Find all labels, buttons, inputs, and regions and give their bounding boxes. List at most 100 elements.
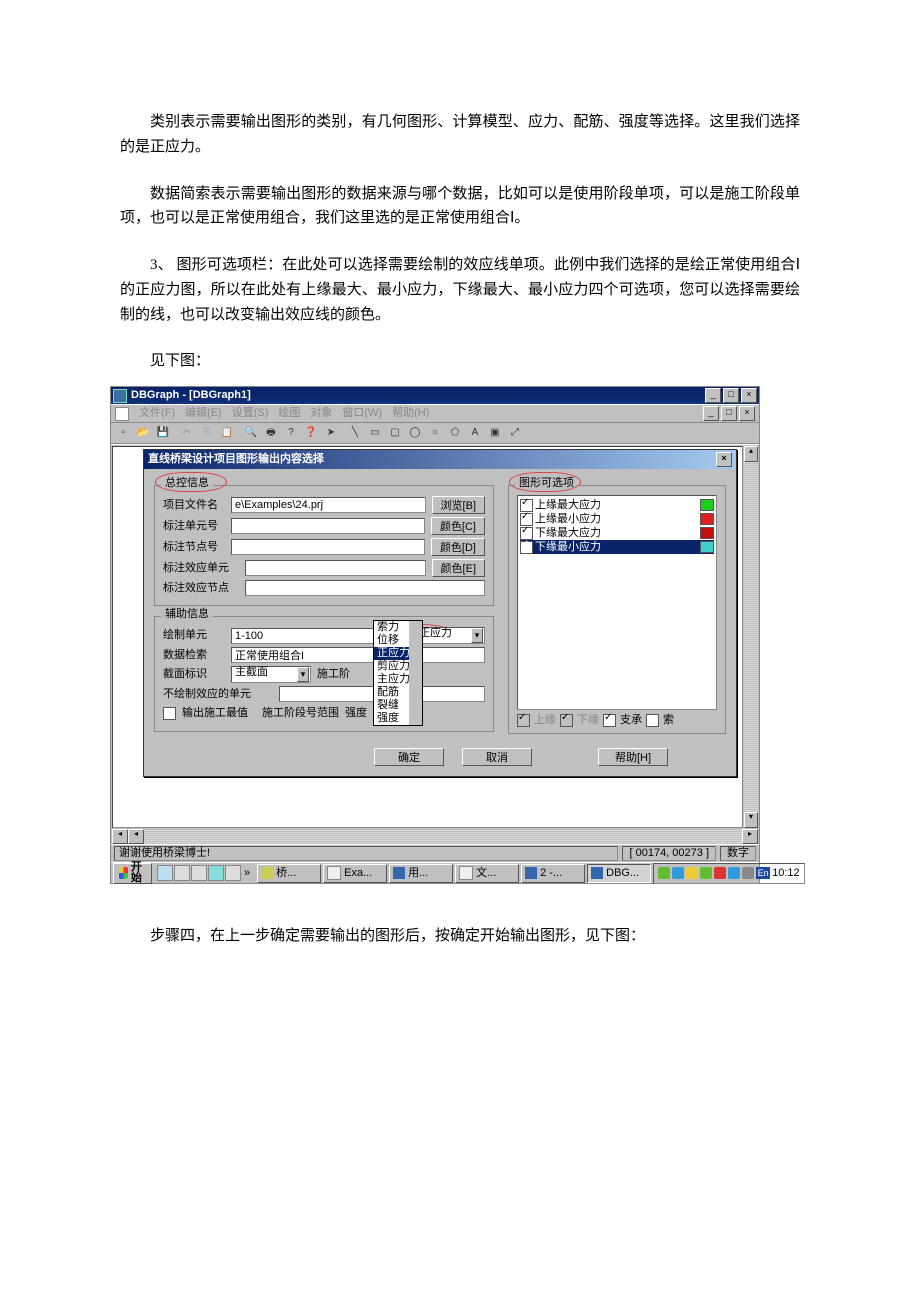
tool-image-icon[interactable]: ▣ <box>485 424 505 443</box>
effnode-input[interactable] <box>245 580 485 596</box>
help-button[interactable]: 帮助[H] <box>598 748 668 766</box>
menu-draw[interactable]: 绘图 <box>278 408 300 419</box>
dropdown-scrollbar[interactable] <box>409 621 422 725</box>
horizontal-scrollbar[interactable]: ◂ ◂ ▸ <box>112 829 758 843</box>
tray-icon[interactable] <box>742 867 754 879</box>
tool-copy-icon[interactable]: ⎘ <box>197 424 217 443</box>
cancel-button[interactable]: 取消 <box>462 748 532 766</box>
tool-find-icon[interactable]: 🔍 <box>241 424 261 443</box>
menu-window[interactable]: 窗口(W) <box>342 408 382 419</box>
color-swatch[interactable] <box>700 513 714 525</box>
start-button[interactable]: 开始 <box>113 863 152 884</box>
language-indicator[interactable]: En <box>756 867 770 879</box>
list-item-selected[interactable]: 下缘最小应力 <box>520 540 714 554</box>
scroll-left2-icon[interactable]: ◂ <box>128 829 144 844</box>
tray-icon[interactable] <box>700 867 712 879</box>
check-icon[interactable] <box>520 499 533 512</box>
ql-more[interactable]: » <box>242 868 252 879</box>
browse-button[interactable]: 浏览[B] <box>432 496 485 514</box>
mdi-minimize-button[interactable]: _ <box>703 406 719 421</box>
scroll-up-icon[interactable]: ▴ <box>744 446 758 462</box>
menu-help[interactable]: 帮助(H) <box>392 408 429 419</box>
chk-top[interactable] <box>517 714 530 727</box>
ql-ie-icon[interactable] <box>157 865 173 881</box>
color-d-button[interactable]: 颜色[D] <box>431 538 485 556</box>
task-item-active[interactable]: DBG... <box>587 864 651 883</box>
tool-new-icon[interactable]: ▫ <box>113 424 133 443</box>
color-swatch[interactable] <box>700 527 714 539</box>
ql-outlook-icon[interactable] <box>191 865 207 881</box>
tool-save-icon[interactable]: 💾 <box>153 424 173 443</box>
tool-rect-icon[interactable]: ▭ <box>365 424 385 443</box>
tool-ellipse-icon[interactable]: ◯ <box>405 424 425 443</box>
color-e-button[interactable]: 颜色[E] <box>432 559 485 577</box>
check-icon[interactable] <box>520 527 533 540</box>
effunit-input[interactable] <box>245 560 426 576</box>
tray-icon[interactable] <box>714 867 726 879</box>
dataret-input[interactable] <box>231 647 485 663</box>
chk-bot[interactable] <box>560 714 573 727</box>
tool-line-icon[interactable]: ╲ <box>345 424 365 443</box>
tool-paste-icon[interactable]: 📋 <box>217 424 237 443</box>
task-item[interactable]: Exa... <box>323 864 387 883</box>
tool-open-icon[interactable]: 📂 <box>133 424 153 443</box>
stage-max-checkbox[interactable] <box>163 707 176 720</box>
mdi-doc-icon[interactable] <box>115 407 129 421</box>
canvas[interactable]: 直线桥梁设计项目图形输出内容选择 × 总控信息 项目文件名 <box>112 446 743 828</box>
list-item[interactable]: 上缘最小应力 <box>520 512 714 526</box>
titlebar[interactable]: DBGraph - [DBGraph1] _ □ × <box>111 387 759 404</box>
menu-edit[interactable]: 编辑(E) <box>185 408 222 419</box>
tool-text-icon[interactable]: A <box>465 424 485 443</box>
menu-object[interactable]: 对象 <box>310 408 332 419</box>
window-close-button[interactable]: × <box>741 388 757 403</box>
check-icon[interactable] <box>520 513 533 526</box>
tool-circle-icon[interactable]: ○ <box>425 424 445 443</box>
check-icon[interactable] <box>520 541 533 554</box>
tool-whatsthis-icon[interactable]: ❓ <box>301 424 321 443</box>
mdi-maximize-button[interactable]: □ <box>721 406 737 421</box>
tool-help-icon[interactable]: ? <box>281 424 301 443</box>
tray-icon[interactable] <box>672 867 684 879</box>
tool-zoom-icon[interactable]: ⤢ <box>505 424 525 443</box>
tray-icon[interactable] <box>658 867 670 879</box>
ql-desktop-icon[interactable] <box>174 865 190 881</box>
vertical-scrollbar[interactable]: ▴ ▾ <box>744 446 758 828</box>
color-c-button[interactable]: 颜色[C] <box>431 517 485 535</box>
drawunit-input[interactable] <box>231 628 381 644</box>
tool-roundrect-icon[interactable]: ▢ <box>385 424 405 443</box>
tray-icon[interactable] <box>728 867 740 879</box>
projfile-input[interactable] <box>231 497 426 513</box>
ok-button[interactable]: 确定 <box>374 748 444 766</box>
chk-support[interactable] <box>603 714 616 727</box>
menu-settings[interactable]: 设置(S) <box>232 408 269 419</box>
tray-icon[interactable] <box>686 867 698 879</box>
options-listbox[interactable]: 上缘最大应力 上缘最小应力 <box>517 495 717 710</box>
color-swatch[interactable] <box>700 499 714 511</box>
dialog-titlebar[interactable]: 直线桥梁设计项目图形输出内容选择 × <box>144 450 736 469</box>
dialog-close-button[interactable]: × <box>716 452 732 467</box>
tool-cut-icon[interactable]: ✂ <box>177 424 197 443</box>
mdi-close-button[interactable]: × <box>739 406 755 421</box>
type-select[interactable]: 正应力 <box>415 627 485 644</box>
ql-msn-icon[interactable] <box>208 865 224 881</box>
list-item[interactable]: 下缘最大应力 <box>520 526 714 540</box>
unit-input[interactable] <box>231 518 425 534</box>
tool-cursor-icon[interactable]: ➤ <box>321 424 341 443</box>
tool-polygon-icon[interactable]: ⬠ <box>445 424 465 443</box>
task-item[interactable]: 2 -... <box>521 864 585 883</box>
scroll-left-icon[interactable]: ◂ <box>112 829 128 844</box>
color-swatch[interactable] <box>700 541 714 553</box>
window-maximize-button[interactable]: □ <box>723 388 739 403</box>
task-item[interactable]: 桥... <box>257 864 321 883</box>
ql-app-icon[interactable] <box>225 865 241 881</box>
node-input[interactable] <box>231 539 425 555</box>
window-minimize-button[interactable]: _ <box>705 388 721 403</box>
type-dropdown-list[interactable]: 索力 位移 正应力 剪应力 主应力 配筋 裂缝 强度 <box>373 620 423 726</box>
section-select[interactable]: 主截面 <box>231 666 311 683</box>
tool-print-icon[interactable]: 🖶 <box>261 424 281 443</box>
scroll-right-icon[interactable]: ▸ <box>742 829 758 844</box>
list-item[interactable]: 上缘最大应力 <box>520 498 714 512</box>
task-item[interactable]: 用... <box>389 864 453 883</box>
chk-cable[interactable] <box>646 714 659 727</box>
task-item[interactable]: 文... <box>455 864 519 883</box>
